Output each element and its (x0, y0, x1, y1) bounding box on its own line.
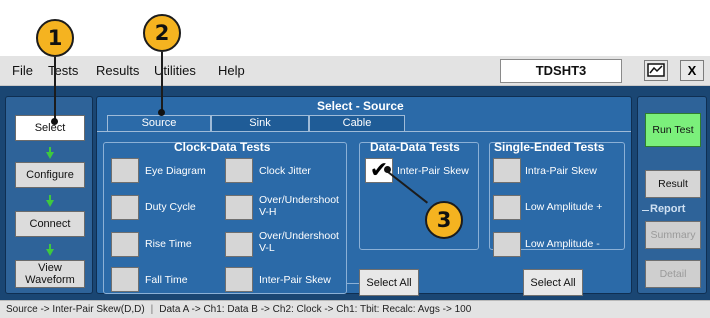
intra-pair-skew-label: Intra-Pair Skew (525, 165, 597, 177)
run-test-button[interactable]: Run Test (645, 113, 701, 147)
connector-line (347, 283, 359, 284)
status-separator: | (150, 304, 154, 315)
menu-help[interactable]: Help (218, 63, 245, 78)
low-amplitude-plus-checkbox[interactable] (493, 195, 521, 220)
data-data-title: Data-Data Tests (370, 140, 460, 154)
select-panel: Select - Source Source Sink Cable Clock-… (96, 96, 632, 296)
tab-cable[interactable]: Cable (309, 115, 405, 131)
menubar: File Tests Results Utilities Help TDSHT3… (0, 56, 710, 86)
clock-jitter-label: Clock Jitter (259, 165, 311, 177)
nav-view-waveform-button[interactable]: View Waveform (15, 260, 85, 288)
menu-results[interactable]: Results (96, 63, 139, 78)
action-panel: Run Test Result Report Summary Detail (637, 96, 707, 294)
callout-1-leader (54, 57, 56, 121)
fall-time-checkbox[interactable] (111, 267, 139, 292)
callout-2: 2 (143, 14, 181, 52)
tab-source[interactable]: Source (107, 115, 211, 131)
callout-3: 3 (425, 201, 463, 239)
callout-3-dot (384, 166, 391, 173)
clock-inter-pair-skew-label: Inter-Pair Skew (259, 274, 331, 286)
tab-sink[interactable]: Sink (211, 115, 309, 131)
panel-title: Select - Source (317, 99, 404, 113)
callout-2-dot (158, 109, 165, 116)
data-inter-pair-skew-label: Inter-Pair Skew (397, 165, 469, 177)
overshoot-vh-checkbox[interactable] (225, 195, 253, 220)
rise-time-label: Rise Time (145, 238, 192, 250)
status-bar: Source -> Inter-Pair Skew(D,D) | Data A ->… (0, 300, 710, 318)
nav-panel: Select Configure Connect View Waveform (5, 96, 93, 294)
eye-diagram-checkbox[interactable] (111, 158, 139, 183)
low-amplitude-plus-label: Low Amplitude + (525, 201, 603, 213)
overshoot-vl-label: Over/Undershoot V-L (259, 230, 339, 254)
nav-select-button[interactable]: Select (15, 115, 85, 141)
single-ended-title: Single-Ended Tests (494, 140, 605, 154)
nav-configure-button[interactable]: Configure (15, 162, 85, 188)
arrow-down-icon (46, 195, 54, 207)
callout-1: 1 (36, 19, 74, 57)
tab-underline (97, 131, 631, 132)
low-amplitude-minus-label: Low Amplitude - (525, 238, 600, 250)
nav-connect-button[interactable]: Connect (15, 211, 85, 237)
close-icon[interactable]: X (680, 60, 704, 81)
app-title: TDSHT3 (500, 59, 622, 83)
menu-file[interactable]: File (12, 63, 33, 78)
summary-button: Summary (645, 221, 701, 249)
low-amplitude-minus-checkbox[interactable] (493, 232, 521, 257)
select-all-button[interactable]: Select All (359, 269, 419, 296)
report-label: Report (650, 203, 686, 215)
eye-diagram-label: Eye Diagram (145, 165, 206, 177)
overshoot-vh-label: Over/Undershoot V-H (259, 194, 339, 218)
clock-jitter-checkbox[interactable] (225, 158, 253, 183)
window-icon[interactable] (644, 60, 668, 81)
clock-inter-pair-skew-checkbox[interactable] (225, 267, 253, 292)
report-divider (642, 210, 649, 211)
rise-time-checkbox[interactable] (111, 232, 139, 257)
arrow-down-icon (46, 147, 54, 159)
arrow-down-icon (46, 244, 54, 256)
select-all-single-ended-button[interactable]: Select All (523, 269, 583, 296)
status-left: Source -> Inter-Pair Skew(D,D) (6, 304, 145, 315)
callout-2-leader (161, 52, 163, 110)
main-area: Select Configure Connect View Waveform S… (0, 86, 710, 300)
status-right: Data A -> Ch1: Data B -> Ch2: Clock -> C… (159, 304, 472, 315)
callout-1-dot (51, 118, 58, 125)
duty-cycle-label: Duty Cycle (145, 201, 196, 213)
detail-button: Detail (645, 260, 701, 288)
result-button[interactable]: Result (645, 170, 701, 198)
overshoot-vl-checkbox[interactable] (225, 232, 253, 257)
fall-time-label: Fall Time (145, 274, 188, 286)
intra-pair-skew-checkbox[interactable] (493, 158, 521, 183)
clock-data-title: Clock-Data Tests (174, 140, 271, 154)
menu-tests[interactable]: Tests (48, 63, 78, 78)
duty-cycle-checkbox[interactable] (111, 195, 139, 220)
